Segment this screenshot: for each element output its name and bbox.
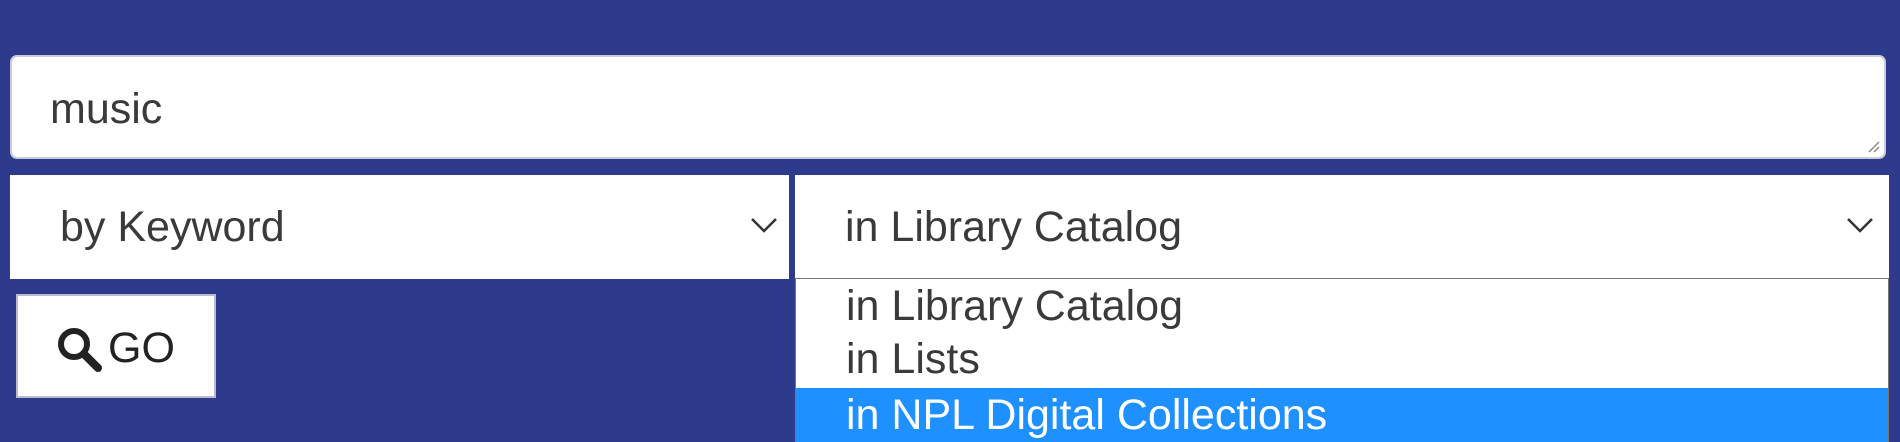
dropdown-option-lists[interactable]: in Lists	[796, 332, 1888, 386]
dropdown-option-npl-digital-collections[interactable]: in NPL Digital Collections	[796, 388, 1888, 442]
search-type-selected-label: by Keyword	[60, 203, 285, 251]
chevron-down-icon	[1847, 218, 1873, 233]
search-icon	[58, 328, 102, 372]
resize-grip-icon[interactable]	[1866, 139, 1880, 153]
search-scope-select[interactable]: in Library Catalog	[795, 175, 1889, 279]
search-type-select[interactable]: by Keyword	[10, 175, 789, 279]
search-input[interactable]: music	[10, 55, 1886, 159]
go-button[interactable]: GO	[16, 294, 216, 398]
go-button-label: GO	[108, 324, 175, 372]
search-scope-dropdown-list: in Library Catalog in Lists in NPL Digit…	[795, 278, 1889, 442]
dropdown-option-library-catalog[interactable]: in Library Catalog	[796, 279, 1888, 333]
search-input-value: music	[50, 85, 163, 133]
search-scope-selected-label: in Library Catalog	[845, 203, 1183, 251]
chevron-down-icon	[751, 218, 777, 233]
